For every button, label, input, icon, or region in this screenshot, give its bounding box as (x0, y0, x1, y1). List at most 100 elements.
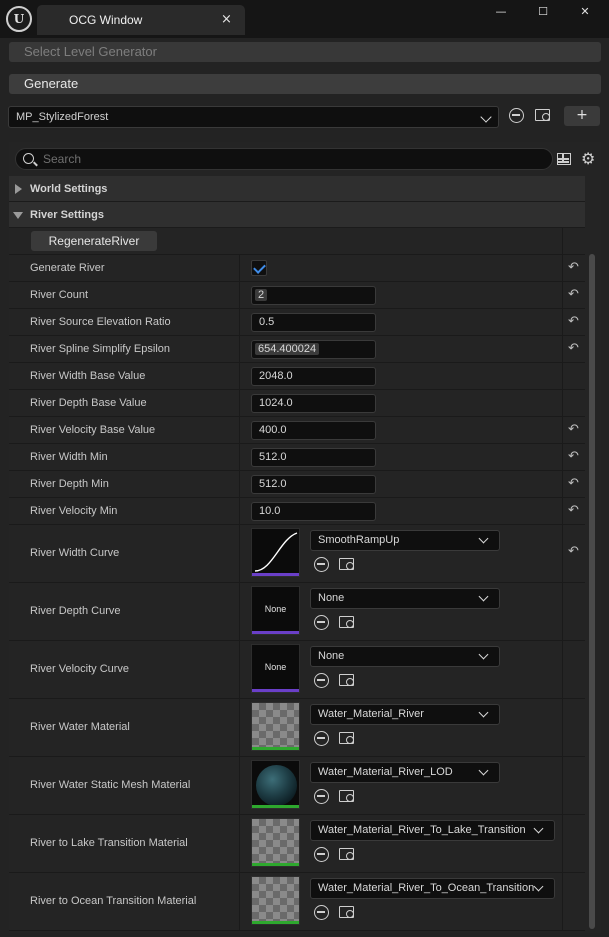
reset-to-default-icon[interactable]: ↶ (568, 422, 579, 437)
asset-property-row: River Width Curve SmoothRampUp ↶ (9, 525, 585, 583)
column-divider (562, 815, 563, 872)
asset-actions (314, 905, 364, 921)
asset-dropdown[interactable]: SmoothRampUp (310, 530, 500, 551)
number-input[interactable]: 512.0 (251, 448, 376, 467)
use-selected-asset-icon[interactable] (314, 731, 329, 746)
table-view-icon[interactable] (557, 153, 571, 165)
asset-dropdown[interactable]: None (310, 588, 500, 609)
property-row: River Velocity Min 10.0 ↶ (9, 498, 585, 525)
asset-actions (314, 557, 364, 573)
maximize-icon[interactable]: ☐ (530, 5, 556, 27)
minimize-icon[interactable]: — (488, 5, 514, 27)
generate-river-checkbox[interactable] (251, 260, 267, 276)
asset-dropdown[interactable]: Water_Material_River (310, 704, 500, 725)
browse-asset-icon[interactable] (535, 109, 553, 123)
asset-dropdown-value: MP_StylizedForest (16, 111, 109, 123)
column-divider (239, 336, 240, 362)
asset-dropdown[interactable]: Water_Material_River_To_Lake_Transition (310, 820, 555, 841)
asset-thumbnail[interactable]: None (251, 586, 300, 635)
asset-actions (314, 847, 364, 863)
tab-ocg-window[interactable]: OCG Window × (37, 5, 245, 35)
asset-thumbnail[interactable] (251, 702, 300, 751)
use-selected-asset-icon[interactable] (314, 847, 329, 862)
chevron-down-icon (478, 649, 489, 660)
asset-type-bar (252, 921, 299, 924)
browse-asset-icon[interactable] (339, 616, 354, 628)
number-input[interactable]: 2 (251, 286, 376, 305)
column-divider (239, 444, 240, 470)
search-input[interactable]: Search (15, 148, 553, 170)
asset-dropdown[interactable]: None (310, 646, 500, 667)
add-asset-button[interactable]: + (564, 106, 600, 126)
use-selected-asset-icon[interactable] (314, 905, 329, 920)
browse-asset-icon[interactable] (339, 732, 354, 744)
search-icon (23, 153, 34, 164)
reset-to-default-icon[interactable]: ↶ (568, 341, 579, 356)
column-divider (239, 363, 240, 389)
column-divider (239, 525, 240, 582)
column-divider (562, 282, 563, 308)
use-selected-asset-icon[interactable] (314, 615, 329, 630)
browse-asset-icon[interactable] (339, 674, 354, 686)
use-selected-asset-icon[interactable] (509, 108, 524, 123)
level-generator-asset-dropdown[interactable]: MP_StylizedForest (8, 106, 499, 128)
browse-asset-icon[interactable] (339, 848, 354, 860)
generate-button[interactable]: Generate (9, 74, 601, 94)
property-label: River Velocity Curve (30, 663, 130, 675)
use-selected-asset-icon[interactable] (314, 789, 329, 804)
select-level-generator-button[interactable]: Select Level Generator (9, 42, 601, 62)
chevron-down-icon (533, 881, 544, 892)
number-input[interactable]: 1024.0 (251, 394, 376, 413)
use-selected-asset-icon[interactable] (314, 557, 329, 572)
category-river-settings[interactable]: River Settings (9, 202, 585, 228)
number-value: 512.0 (259, 451, 287, 463)
browse-asset-icon[interactable] (339, 906, 354, 918)
column-divider (239, 699, 240, 756)
regenerate-river-button[interactable]: RegenerateRiver (31, 231, 157, 251)
reset-to-default-icon[interactable]: ↶ (568, 260, 579, 275)
asset-thumbnail[interactable] (251, 528, 300, 577)
browse-asset-icon[interactable] (339, 558, 354, 570)
browse-asset-icon[interactable] (339, 790, 354, 802)
column-divider (239, 255, 240, 281)
reset-to-default-icon[interactable]: ↶ (568, 476, 579, 491)
column-divider (562, 255, 563, 281)
property-label: River Velocity Min (30, 505, 118, 517)
column-divider (239, 390, 240, 416)
tab-title: OCG Window (69, 13, 143, 27)
number-value: 512.0 (259, 478, 287, 490)
chevron-down-icon (478, 707, 489, 718)
asset-thumbnail[interactable] (251, 818, 300, 867)
number-input[interactable]: 2048.0 (251, 367, 376, 386)
use-selected-asset-icon[interactable] (314, 673, 329, 688)
scrollbar[interactable] (589, 254, 595, 929)
number-value: 10.0 (259, 505, 281, 517)
category-label: River Settings (30, 209, 104, 221)
asset-thumbnail[interactable] (251, 876, 300, 925)
reset-to-default-icon[interactable]: ↶ (568, 287, 579, 302)
number-input[interactable]: 654.400024 (251, 340, 376, 359)
tab-close-icon[interactable]: × (221, 12, 232, 27)
number-input[interactable]: 512.0 (251, 475, 376, 494)
gear-icon[interactable]: ⚙ (581, 149, 595, 168)
asset-dropdown[interactable]: Water_Material_River_To_Ocean_Transition (310, 878, 555, 899)
number-input[interactable]: 400.0 (251, 421, 376, 440)
asset-dropdown-value: Water_Material_River (318, 708, 424, 720)
number-input[interactable]: 10.0 (251, 502, 376, 521)
asset-type-bar (252, 573, 299, 576)
asset-type-bar (252, 747, 299, 750)
property-label: River Width Curve (30, 547, 120, 559)
reset-to-default-icon[interactable]: ↶ (568, 314, 579, 329)
reset-to-default-icon[interactable]: ↶ (568, 503, 579, 518)
asset-thumbnail[interactable] (251, 760, 300, 809)
reset-to-default-icon[interactable]: ↶ (568, 544, 579, 559)
column-divider (562, 583, 563, 640)
category-world-settings[interactable]: World Settings (9, 176, 585, 202)
column-divider (562, 444, 563, 470)
close-window-icon[interactable]: ✕ (572, 5, 598, 27)
asset-dropdown[interactable]: Water_Material_River_LOD (310, 762, 500, 783)
reset-to-default-icon[interactable]: ↶ (568, 449, 579, 464)
number-input[interactable]: 0.5 (251, 313, 376, 332)
asset-property-row: River to Ocean Transition Material Water_… (9, 873, 585, 931)
asset-thumbnail[interactable]: None (251, 644, 300, 693)
